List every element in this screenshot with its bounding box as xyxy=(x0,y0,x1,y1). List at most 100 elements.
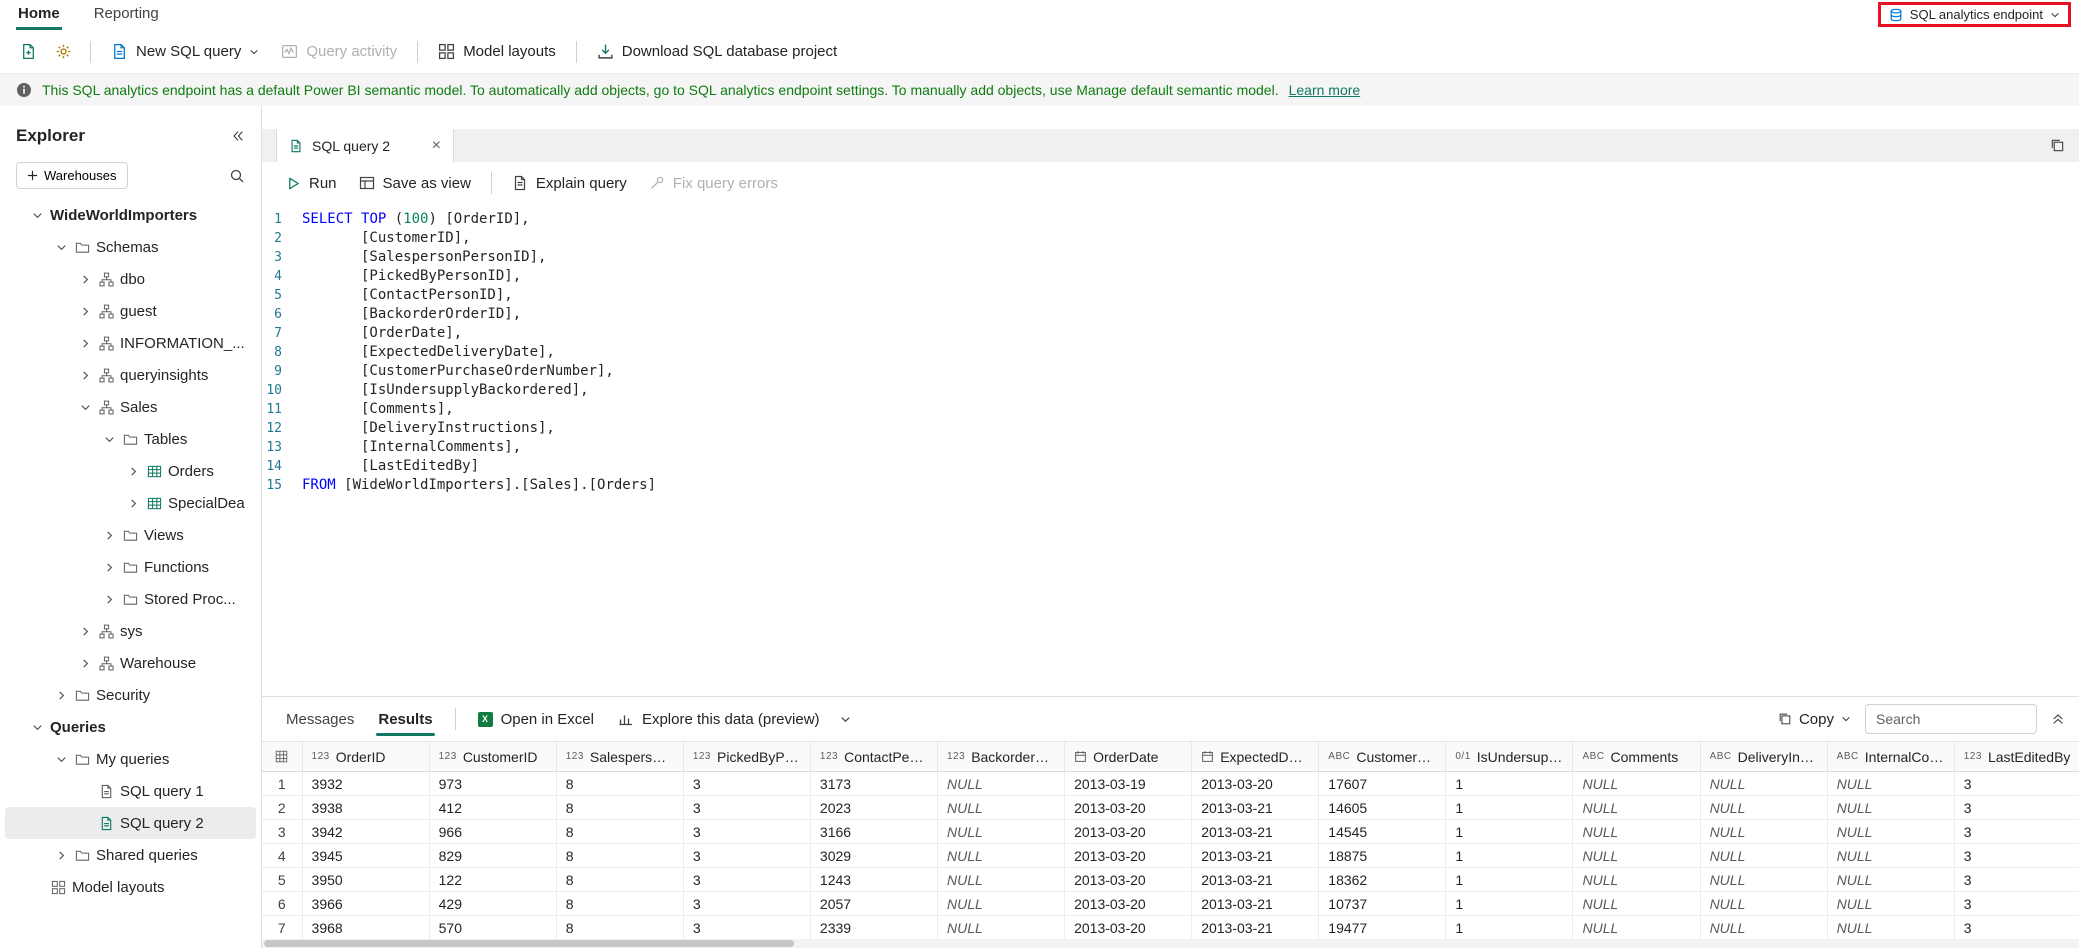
cell[interactable]: NULL xyxy=(1827,795,1955,820)
cell[interactable]: 3 xyxy=(1954,819,2079,844)
tree-item-dbo[interactable]: dbo xyxy=(5,263,256,295)
chevron-right-icon[interactable] xyxy=(75,306,95,317)
tree-item-stored-proc[interactable]: Stored Proc... xyxy=(5,583,256,615)
row-selector-header[interactable] xyxy=(262,741,303,772)
cell[interactable]: 1243 xyxy=(810,867,939,892)
settings-button[interactable] xyxy=(47,35,80,69)
chevron-right-icon[interactable] xyxy=(51,690,71,701)
cell[interactable]: 2057 xyxy=(810,891,939,916)
cell[interactable]: NULL xyxy=(937,771,1066,796)
cell[interactable]: 570 xyxy=(429,915,557,939)
column-header-deliveryinstru[interactable]: ABC DeliveryInstru... xyxy=(1700,741,1828,772)
cell[interactable]: 3 xyxy=(683,915,811,939)
cell[interactable]: 2013-03-21 xyxy=(1191,891,1320,916)
cell[interactable]: 2013-03-20 xyxy=(1064,867,1193,892)
query-tab[interactable]: SQL query 2 × xyxy=(276,129,454,162)
column-header-orderdate[interactable]: OrderDate xyxy=(1064,741,1193,772)
chevron-right-icon[interactable] xyxy=(75,626,95,637)
tree-item-queryinsights[interactable]: queryinsights xyxy=(5,359,256,391)
download-project-button[interactable]: Download SQL database project xyxy=(587,35,847,69)
cell[interactable]: 2013-03-21 xyxy=(1191,819,1320,844)
collapse-panel-icon[interactable] xyxy=(231,129,245,143)
endpoint-selector[interactable]: SQL analytics endpoint xyxy=(1877,2,2071,27)
chevron-right-icon[interactable] xyxy=(75,658,95,669)
tab-messages[interactable]: Messages xyxy=(276,697,364,741)
chevron-down-icon[interactable] xyxy=(51,242,71,253)
cell[interactable]: NULL xyxy=(1572,795,1701,820)
cell[interactable]: 3 xyxy=(1954,915,2079,939)
cell[interactable]: 2013-03-21 xyxy=(1191,795,1320,820)
cell[interactable]: 3932 xyxy=(302,771,430,796)
tree-item-specialdea[interactable]: SpecialDea xyxy=(5,487,256,519)
cell[interactable]: NULL xyxy=(1827,891,1955,916)
chevron-down-icon[interactable] xyxy=(75,402,95,413)
cell[interactable]: 2013-03-20 xyxy=(1064,843,1193,868)
cell[interactable]: 2339 xyxy=(810,915,939,939)
duplicate-tab-icon[interactable] xyxy=(2050,138,2065,153)
cell[interactable]: NULL xyxy=(1827,867,1955,892)
cell[interactable]: 1 xyxy=(1445,795,1574,820)
cell[interactable]: NULL xyxy=(1700,843,1828,868)
cell[interactable]: 3938 xyxy=(302,795,430,820)
chevron-right-icon[interactable] xyxy=(99,530,119,541)
cell[interactable]: NULL xyxy=(1700,891,1828,916)
cell[interactable]: NULL xyxy=(1572,867,1701,892)
cell[interactable]: 3029 xyxy=(810,843,939,868)
cell[interactable]: 3 xyxy=(1954,891,2079,916)
row-number[interactable]: 3 xyxy=(262,819,303,844)
cell[interactable]: NULL xyxy=(937,795,1066,820)
tree-item-queries[interactable]: Queries xyxy=(5,711,256,743)
cell[interactable]: 1 xyxy=(1445,891,1574,916)
tree-item-schemas[interactable]: Schemas xyxy=(5,231,256,263)
cell[interactable]: 14605 xyxy=(1318,795,1447,820)
cell[interactable]: NULL xyxy=(937,843,1066,868)
sql-editor[interactable]: 1 2 3 4 5 6 7 8 9 10 11 12 13 14 15 SELECT TOP (100) [… xyxy=(262,204,2079,696)
cell[interactable]: 2013-03-20 xyxy=(1191,771,1320,796)
column-header-isundersupply[interactable]: 0/1 IsUndersupply... xyxy=(1445,741,1574,772)
tree-item-sys[interactable]: sys xyxy=(5,615,256,647)
cell[interactable]: 8 xyxy=(556,843,684,868)
cell[interactable]: NULL xyxy=(1700,915,1828,939)
row-number[interactable]: 6 xyxy=(262,891,303,916)
column-header-internalcomm[interactable]: ABC InternalComm... xyxy=(1827,741,1955,772)
column-header-lasteditedby[interactable]: 123 LastEditedBy xyxy=(1954,741,2079,772)
cell[interactable]: 3 xyxy=(683,819,811,844)
cell[interactable]: 3 xyxy=(683,843,811,868)
cell[interactable]: 1 xyxy=(1445,771,1574,796)
learn-more-link[interactable]: Learn more xyxy=(1289,82,1361,98)
tree-item-shared-queries[interactable]: Shared queries xyxy=(5,839,256,871)
horizontal-scrollbar[interactable] xyxy=(262,939,2079,948)
new-sql-query-button[interactable]: New SQL query xyxy=(101,35,269,69)
tree-item-views[interactable]: Views xyxy=(5,519,256,551)
model-layouts-button[interactable]: Model layouts xyxy=(428,35,566,69)
cell[interactable]: 3173 xyxy=(810,771,939,796)
cell[interactable]: 3 xyxy=(1954,771,2079,796)
cell[interactable]: NULL xyxy=(1572,771,1701,796)
cell[interactable]: 17607 xyxy=(1318,771,1447,796)
cell[interactable]: NULL xyxy=(1700,771,1828,796)
cell[interactable]: 2013-03-21 xyxy=(1191,843,1320,868)
cell[interactable]: NULL xyxy=(937,867,1066,892)
cell[interactable]: 3968 xyxy=(302,915,430,939)
chevron-right-icon[interactable] xyxy=(75,274,95,285)
cell[interactable]: 2013-03-21 xyxy=(1191,867,1320,892)
column-header-comments[interactable]: ABC Comments xyxy=(1572,741,1701,772)
cell[interactable]: 1 xyxy=(1445,915,1574,939)
column-header-salespersonpe[interactable]: 123 SalespersonPe... xyxy=(556,741,684,772)
cell[interactable]: 122 xyxy=(429,867,557,892)
tree-item-model-layouts[interactable]: Model layouts xyxy=(5,871,256,903)
cell[interactable]: 1 xyxy=(1445,819,1574,844)
tree-item-orders[interactable]: Orders xyxy=(5,455,256,487)
row-number[interactable]: 1 xyxy=(262,771,303,796)
cell[interactable]: NULL xyxy=(1827,819,1955,844)
cell[interactable]: 3 xyxy=(683,771,811,796)
column-header-contactperso[interactable]: 123 ContactPerso... xyxy=(810,741,939,772)
cell[interactable]: 3 xyxy=(683,891,811,916)
cell[interactable]: 8 xyxy=(556,819,684,844)
tab-home[interactable]: Home xyxy=(16,0,62,30)
cell[interactable]: NULL xyxy=(1572,843,1701,868)
cell[interactable]: 973 xyxy=(429,771,557,796)
chevron-right-icon[interactable] xyxy=(99,594,119,605)
cell[interactable]: 3966 xyxy=(302,891,430,916)
cell[interactable]: NULL xyxy=(1700,795,1828,820)
